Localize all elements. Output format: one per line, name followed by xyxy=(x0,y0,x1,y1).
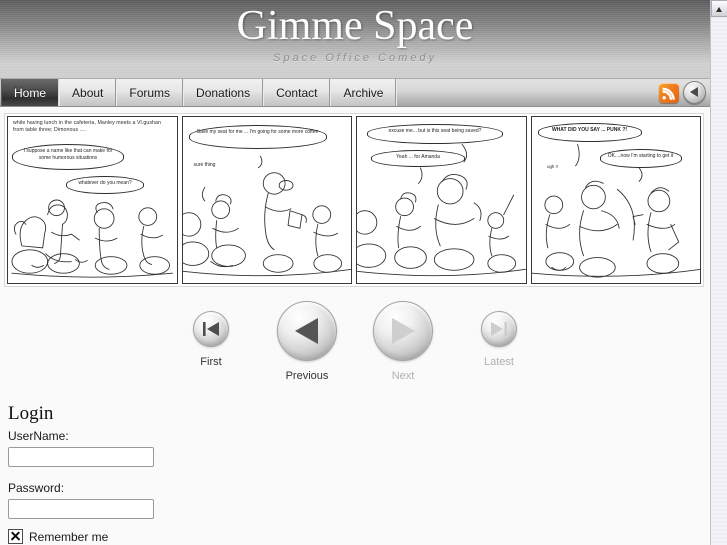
previous-comic-label: Previous xyxy=(285,370,329,382)
comic-panel-3: excuse me... but is this seat being save… xyxy=(356,116,527,284)
page-viewport: Gimme Space Space Office Comedy Home Abo… xyxy=(0,0,710,545)
login-title: Login xyxy=(8,403,54,424)
comic-strip[interactable]: while having lunch in the cafeteria, Man… xyxy=(4,113,704,287)
previous-comic-button[interactable]: Previous xyxy=(269,301,345,382)
skip-forward-icon xyxy=(481,311,517,347)
skip-back-icon xyxy=(193,311,229,347)
nav-spacer xyxy=(396,79,657,106)
comic-panel-4-art xyxy=(531,143,700,278)
vertical-scrollbar[interactable] xyxy=(710,0,727,545)
comic-navigation: First Previous Next Latest xyxy=(0,301,710,391)
next-comic-label: Next xyxy=(391,370,415,382)
nav-item-forums[interactable]: Forums xyxy=(116,79,184,106)
scroll-up-arrow-icon[interactable] xyxy=(711,0,727,17)
password-label: Password: xyxy=(8,481,65,495)
main-navigation: Home About Forums Donations Contact Arch… xyxy=(0,78,710,107)
username-input[interactable] xyxy=(8,447,154,467)
page-title: Gimme Space xyxy=(236,3,474,49)
scrollbar-track[interactable] xyxy=(711,17,727,545)
first-comic-button[interactable]: First xyxy=(173,301,249,368)
latest-comic-button[interactable]: Latest xyxy=(461,301,537,368)
play-back-icon xyxy=(277,301,337,361)
remember-me-row: Remember me xyxy=(8,529,702,544)
next-comic-button[interactable]: Next xyxy=(365,301,441,382)
password-input[interactable] xyxy=(8,499,154,519)
comic-panel-2: Save my seat for me ... I'm going for so… xyxy=(181,116,352,284)
comic-strip-container: while having lunch in the cafeteria, Man… xyxy=(0,113,710,287)
nav-item-contact[interactable]: Contact xyxy=(263,79,331,106)
play-forward-icon xyxy=(373,301,433,361)
username-label: UserName: xyxy=(8,429,69,443)
first-comic-label: First xyxy=(200,356,222,368)
remember-me-label: Remember me xyxy=(29,529,109,544)
site-subtitle: Space Office Comedy xyxy=(273,52,437,64)
nav-actions xyxy=(657,79,710,106)
nav-item-donations[interactable]: Donations xyxy=(183,79,264,106)
site-banner: Gimme Space Space Office Comedy xyxy=(0,0,710,78)
comic-panel-1-art xyxy=(11,199,173,278)
rss-icon[interactable] xyxy=(659,82,679,103)
latest-comic-label: Latest xyxy=(484,356,514,368)
nav-item-home[interactable]: Home xyxy=(1,79,60,106)
comic-panel-4: WHAT DID YOU SAY ... PUNK ?! OK....now I… xyxy=(530,116,701,284)
remember-me-checkbox[interactable] xyxy=(8,529,23,544)
nav-item-archive[interactable]: Archive xyxy=(330,79,397,106)
comic-panel-1: while having lunch in the cafeteria, Man… xyxy=(7,116,178,284)
comic-panel-2-art xyxy=(182,155,351,277)
login-form: Login UserName: Password: Remember me xyxy=(0,391,710,544)
comic-panel-3-art xyxy=(357,143,526,277)
nav-item-about[interactable]: About xyxy=(59,79,117,106)
back-arrow-icon[interactable] xyxy=(683,81,706,104)
